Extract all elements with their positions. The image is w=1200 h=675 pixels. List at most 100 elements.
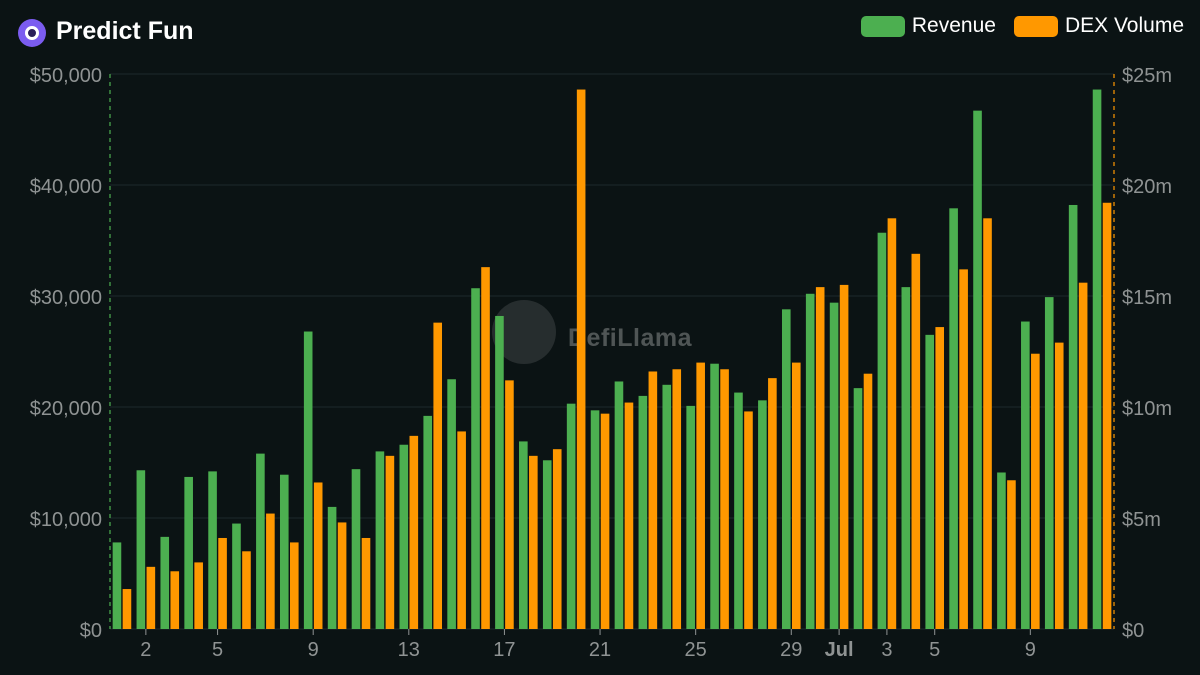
dex-volume-bar: [409, 435, 419, 629]
x-tick-label: 9: [308, 639, 319, 661]
revenue-bar: [256, 453, 265, 629]
revenue-bar: [973, 110, 982, 629]
revenue-bar: [614, 381, 624, 629]
revenue-bar: [901, 287, 911, 629]
dex-volume-bar: [481, 267, 490, 629]
dex-volume-bar: [624, 402, 634, 629]
revenue-bar: [686, 405, 695, 629]
dex-volume-bar: [1078, 282, 1088, 629]
dex-volume-bar: [935, 327, 945, 629]
dex-volume-bar: [983, 218, 992, 630]
y-left-tick-label: $0: [80, 620, 102, 642]
dex-volume-bar: [696, 362, 705, 629]
dex-volume-bar: [337, 522, 347, 629]
revenue-bar: [710, 363, 719, 629]
revenue-bar: [112, 542, 122, 629]
dex-volume-bar: [552, 449, 562, 629]
y-right-tick-label: $0: [1122, 620, 1144, 642]
revenue-bar: [303, 331, 313, 629]
revenue-bar: [949, 208, 958, 629]
revenue-bar: [375, 451, 385, 629]
revenue-bar: [471, 288, 480, 629]
revenue-bar: [351, 469, 361, 629]
dex-volume-bar: [218, 537, 227, 629]
y-left-tick-label: $40,000: [30, 176, 102, 198]
revenue-bar: [160, 536, 170, 629]
revenue-bar: [232, 523, 241, 629]
x-tick-label: 29: [780, 639, 802, 661]
dex-volume-bar: [863, 373, 873, 629]
revenue-bar: [495, 315, 504, 629]
revenue-bar: [519, 441, 528, 629]
revenue-bar: [853, 388, 863, 629]
revenue-bar: [423, 415, 433, 629]
y-right-tick-label: $25m: [1122, 65, 1172, 87]
revenue-bar: [805, 293, 815, 629]
revenue-bar: [662, 384, 672, 629]
dex-volume-bar: [1102, 202, 1112, 629]
y-right-tick-label: $20m: [1122, 176, 1172, 198]
dex-volume-bar: [1007, 480, 1016, 629]
x-tick-label: 5: [929, 639, 940, 661]
revenue-bar: [279, 474, 289, 629]
dex-volume-bar: [146, 566, 156, 629]
dex-volume-bar: [313, 482, 323, 629]
y-left-tick-label: $10,000: [30, 509, 102, 531]
dex-volume-bar: [289, 542, 299, 629]
dex-volume-bar: [457, 431, 466, 629]
x-tick-label: 21: [589, 639, 611, 661]
revenue-bar: [399, 444, 409, 629]
revenue-bar: [1044, 297, 1054, 629]
x-tick-label: 5: [212, 639, 223, 661]
dex-volume-bar: [672, 369, 682, 629]
x-tick-label: 3: [881, 639, 892, 661]
revenue-bar: [877, 232, 887, 630]
dex-volume-bar: [600, 413, 610, 629]
revenue-bar: [829, 302, 839, 629]
dex-volume-bar: [194, 562, 203, 629]
dex-volume-bar: [720, 369, 729, 629]
dex-volume-bar: [768, 378, 777, 629]
dex-volume-bar: [911, 253, 921, 629]
dex-volume-bar: [505, 380, 514, 629]
x-tick-label: 13: [398, 639, 420, 661]
revenue-bar: [1021, 321, 1030, 629]
dex-volume-bar: [361, 537, 371, 629]
revenue-bar: [542, 460, 552, 629]
dex-volume-bar: [1031, 353, 1040, 629]
revenue-bar: [447, 379, 456, 629]
dex-volume-bar: [266, 513, 275, 629]
dex-volume-bar: [1054, 342, 1064, 629]
dex-volume-bar: [815, 287, 825, 629]
dex-volume-bar: [576, 89, 586, 630]
revenue-bar: [590, 410, 600, 629]
revenue-bar: [925, 334, 935, 629]
dex-volume-bar: [648, 371, 658, 629]
revenue-bar: [638, 395, 648, 629]
x-tick-label: Jul: [825, 639, 854, 661]
x-tick-label: 2: [140, 639, 151, 661]
dex-volume-bar: [385, 455, 395, 629]
revenue-bar: [327, 506, 337, 629]
chart-plot: $0 $0 $10,000 $5m $20,000 $10m $30,000 $15m $40,…: [30, 65, 1172, 661]
revenue-bar: [184, 476, 193, 629]
dex-volume-bar: [242, 551, 251, 629]
y-left-tick-label: $50,000: [30, 65, 102, 87]
revenue-bar: [208, 471, 217, 629]
dex-volume-bar: [791, 362, 801, 629]
revenue-bar: [136, 470, 146, 629]
revenue-bar: [758, 400, 767, 629]
revenue-bar: [734, 392, 743, 629]
dex-volume-bar: [959, 269, 968, 629]
y-left-tick-label: $30,000: [30, 287, 102, 309]
revenue-bar: [997, 472, 1006, 629]
x-tick-label: 25: [685, 639, 707, 661]
dex-volume-bar: [433, 322, 443, 629]
x-tick-label: 17: [493, 639, 515, 661]
revenue-bar: [566, 403, 576, 629]
x-tick-label: 9: [1025, 639, 1036, 661]
y-right-tick-label: $5m: [1122, 509, 1161, 531]
dex-volume-bar: [744, 411, 753, 629]
dex-volume-bar: [122, 589, 132, 629]
dex-volume-bar: [170, 571, 180, 629]
